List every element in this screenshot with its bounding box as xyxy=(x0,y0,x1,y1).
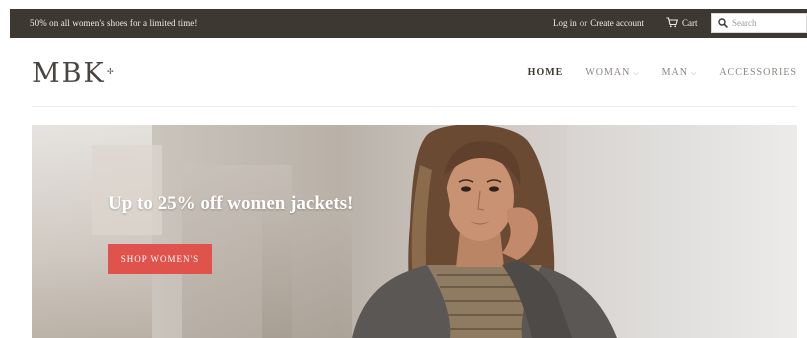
main-nav: HOME WOMAN ⌵ MAN ⌵ ACCESSORIES xyxy=(528,67,797,78)
nav-item-woman[interactable]: WOMAN ⌵ xyxy=(585,67,639,78)
nav-label: HOME xyxy=(527,67,564,78)
search-icon xyxy=(718,18,728,28)
logo-mark-icon: ✢ xyxy=(107,67,114,76)
site-logo[interactable]: MBK xyxy=(32,58,106,89)
search-box[interactable] xyxy=(711,13,807,33)
nav-label: ACCESSORIES xyxy=(719,67,797,78)
login-link[interactable]: Log in xyxy=(553,18,577,28)
chevron-down-icon: ⌵ xyxy=(691,69,698,77)
header-divider xyxy=(32,106,797,107)
shop-womens-button[interactable]: SHOP WOMEN'S xyxy=(108,244,212,274)
nav-item-home[interactable]: HOME xyxy=(528,67,564,78)
nav-label: MAN xyxy=(661,67,688,78)
nav-item-man[interactable]: MAN ⌵ xyxy=(662,67,698,78)
cart-link[interactable]: Cart xyxy=(666,17,698,28)
announcement-bar: 50% on all women's shoes for a limited t… xyxy=(10,9,807,38)
account-links: Log in or Create account xyxy=(553,18,644,28)
cart-label: Cart xyxy=(682,17,698,28)
chevron-down-icon: ⌵ xyxy=(633,69,640,77)
hero-model-image xyxy=(352,125,617,338)
hero-banner: Up to 25% off women jackets! SHOP WOMEN'… xyxy=(32,125,797,338)
or-separator: or xyxy=(579,18,588,28)
create-account-link[interactable]: Create account xyxy=(590,18,644,28)
search-input[interactable] xyxy=(732,18,802,28)
hero-headline: Up to 25% off women jackets! xyxy=(108,193,354,214)
nav-item-accessories[interactable]: ACCESSORIES xyxy=(719,67,797,78)
promo-text: 50% on all women's shoes for a limited t… xyxy=(30,18,198,28)
hero-background-building xyxy=(92,145,162,235)
cart-icon xyxy=(666,17,678,28)
nav-label: WOMAN xyxy=(585,67,631,78)
